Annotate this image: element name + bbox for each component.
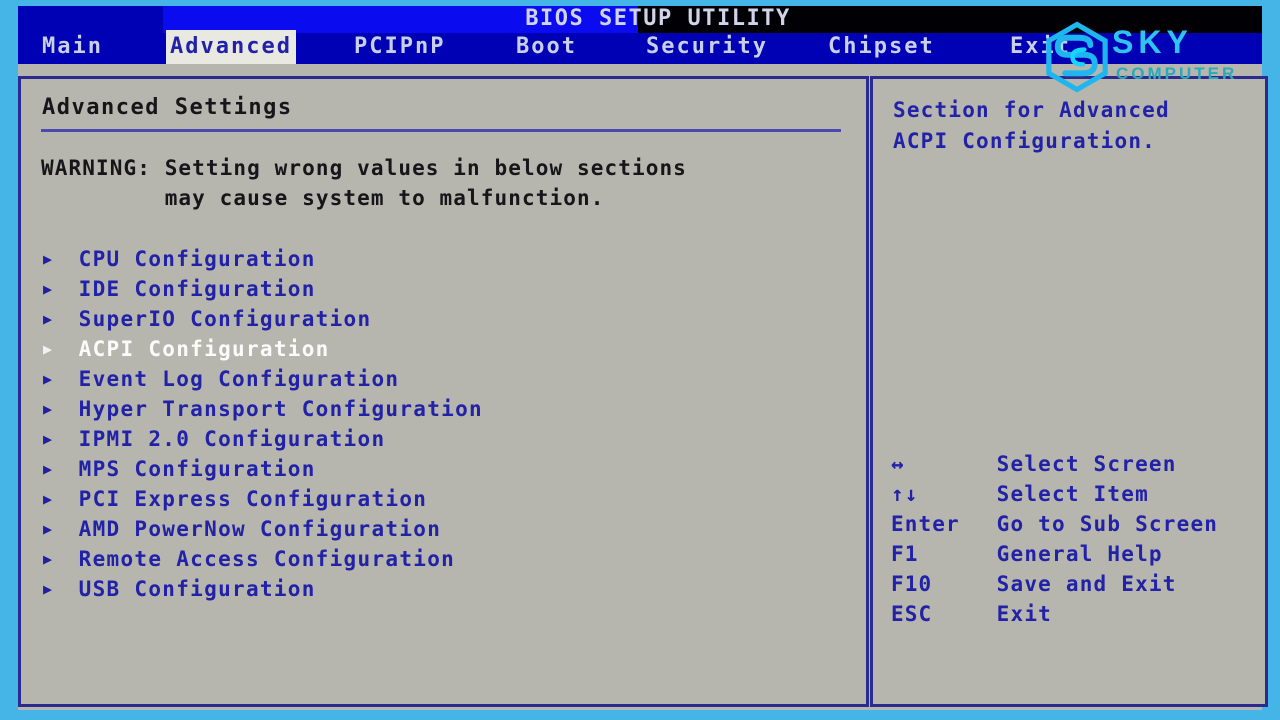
tab-exit[interactable]: Exit [1006,30,1075,64]
submenu-arrow-icon: ▶ [43,460,53,478]
submenu-arrow-icon: ▶ [43,250,53,268]
nav-tab-bar: Main Advanced PCIPnP Boot Security Chips… [18,30,1262,64]
submenu-arrow-icon: ▶ [43,490,53,508]
tab-main[interactable]: Main [38,30,107,64]
menu-item-cpu-configuration[interactable]: ▶ CPU Configuration [43,244,843,274]
section-divider [41,129,841,132]
help-description: Section for Advanced ACPI Configuration. [893,98,1170,153]
up-down-arrows-icon: ↑↓ [891,482,919,506]
menu-item-label: IDE Configuration [78,277,316,301]
submenu-arrow-icon: ▶ [43,550,53,568]
tab-advanced[interactable]: Advanced [166,30,296,64]
esc-key-label: ESC [891,602,933,626]
menu-item-label: ACPI Configuration [78,337,330,361]
menu-item-label: PCI Express Configuration [78,487,428,511]
submenu-arrow-icon: ▶ [43,580,53,598]
tab-pcipnp[interactable]: PCIPnP [350,30,449,64]
menu-item-hyper-transport-configuration[interactable]: ▶ Hyper Transport Configuration [43,394,843,424]
menu-item-ipmi-configuration[interactable]: ▶ IPMI 2.0 Configuration [43,424,843,454]
tab-boot[interactable]: Boot [512,30,581,64]
help-panel: Section for Advanced ACPI Configuration.… [870,76,1268,707]
menu-item-label: AMD PowerNow Configuration [78,517,442,541]
submenu-arrow-icon: ▶ [43,340,53,358]
menu-item-superio-configuration[interactable]: ▶ SuperIO Configuration [43,304,843,334]
f10-key-label: F10 [891,572,933,596]
key-legend-row-enter: Enter Go to Sub Screen [891,509,1251,539]
settings-menu-list: ▶ CPU Configuration ▶ IDE Configuration … [43,244,843,604]
menu-item-label: SuperIO Configuration [78,307,372,331]
key-legend-row-select-screen: ↔ Select Screen [891,449,1251,479]
menu-item-ide-configuration[interactable]: ▶ IDE Configuration [43,274,843,304]
key-legend-label: General Help [996,542,1163,566]
menu-item-label: IPMI 2.0 Configuration [78,427,386,451]
warning-text: WARNING: Setting wrong values in below s… [41,156,687,210]
tab-security[interactable]: Security [642,30,772,64]
menu-item-label: Hyper Transport Configuration [78,397,483,421]
key-legend-row-select-item: ↑↓ Select Item [891,479,1251,509]
key-legend-label: Save and Exit [996,572,1177,596]
menu-item-remote-access-configuration[interactable]: ▶ Remote Access Configuration [43,544,843,574]
menu-item-usb-configuration[interactable]: ▶ USB Configuration [43,574,843,604]
menu-item-acpi-configuration[interactable]: ▶ ACPI Configuration [43,334,843,364]
menu-item-mps-configuration[interactable]: ▶ MPS Configuration [43,454,843,484]
bios-screen: BIOS SETUP UTILITY Main Advanced PCIPnP … [0,0,1280,720]
settings-panel: Advanced Settings WARNING: Setting wrong… [18,76,869,707]
submenu-arrow-icon: ▶ [43,400,53,418]
key-legend-row-f1: F1 General Help [891,539,1251,569]
f1-key-label: F1 [891,542,919,566]
key-legend-row-esc: ESC Exit [891,599,1251,629]
menu-item-label: CPU Configuration [78,247,316,271]
key-legend-label: Go to Sub Screen [996,512,1219,536]
key-legend-label: Select Screen [996,452,1177,476]
left-right-arrows-icon: ↔ [891,452,905,476]
menu-item-amd-powernow-configuration[interactable]: ▶ AMD PowerNow Configuration [43,514,843,544]
menu-item-pci-express-configuration[interactable]: ▶ PCI Express Configuration [43,484,843,514]
menu-item-event-log-configuration[interactable]: ▶ Event Log Configuration [43,364,843,394]
section-title: Advanced Settings [42,95,293,120]
submenu-arrow-icon: ▶ [43,310,53,328]
submenu-arrow-icon: ▶ [43,280,53,298]
menu-item-label: MPS Configuration [78,457,316,481]
menu-item-label: Event Log Configuration [78,367,400,391]
menu-item-label: Remote Access Configuration [78,547,456,571]
submenu-arrow-icon: ▶ [43,370,53,388]
tab-chipset[interactable]: Chipset [824,30,939,64]
enter-key-label: Enter [891,512,960,536]
key-legend: ↔ Select Screen ↑↓ Select Item Enter Go … [891,449,1251,629]
page-title: BIOS SETUP UTILITY [525,6,791,31]
key-legend-row-f10: F10 Save and Exit [891,569,1251,599]
menu-item-label: USB Configuration [78,577,316,601]
submenu-arrow-icon: ▶ [43,520,53,538]
submenu-arrow-icon: ▶ [43,430,53,448]
key-legend-label: Exit [996,602,1053,626]
key-legend-label: Select Item [996,482,1149,506]
